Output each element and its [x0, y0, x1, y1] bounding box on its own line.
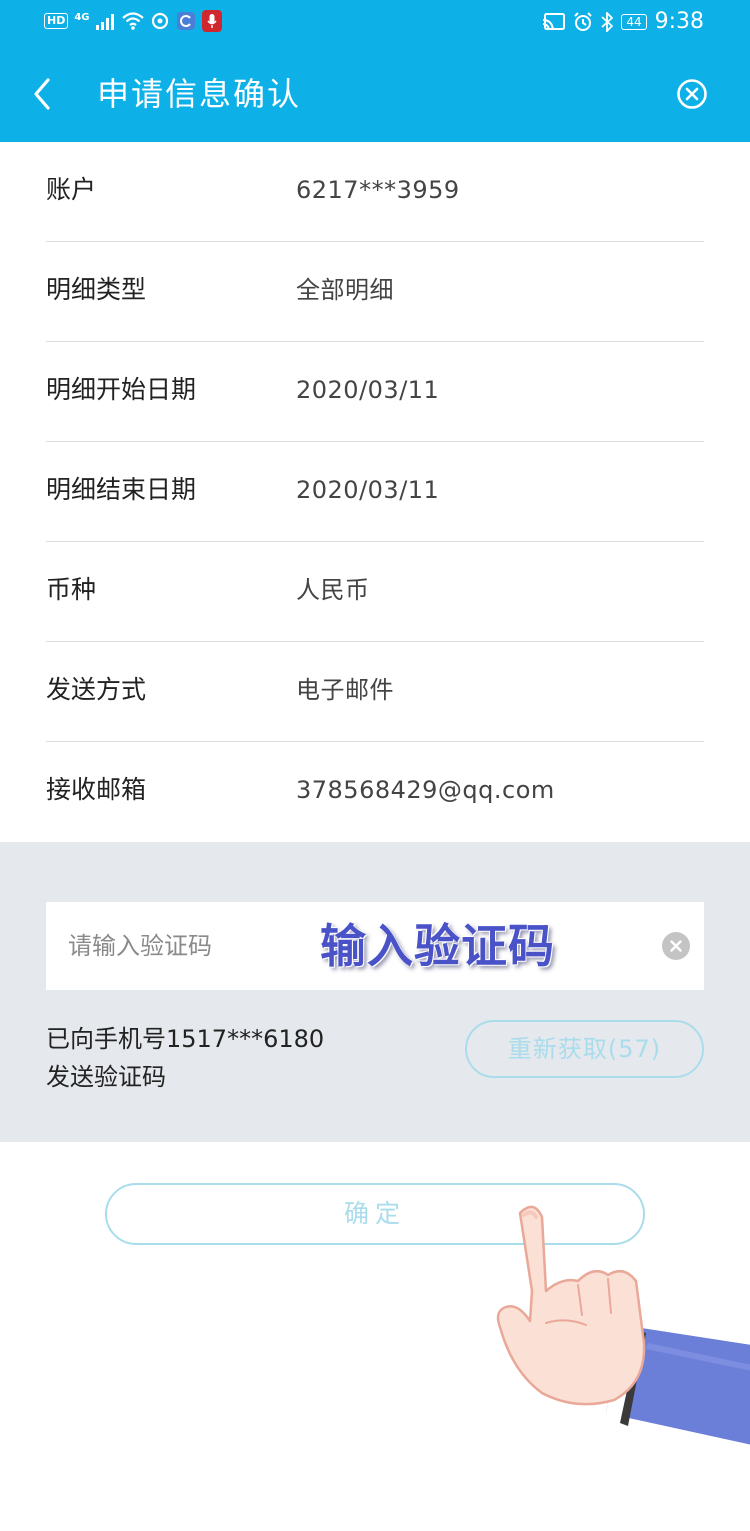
start-date-label: 明细开始日期 [46, 375, 197, 404]
wifi-icon [121, 12, 144, 30]
resend-code-button[interactable]: 重新获取(57) [465, 1020, 704, 1078]
start-date-value: 2020/03/11 [296, 376, 440, 404]
code-sent-notice: 已向手机号1517***6180 发送验证码 [46, 1020, 324, 1096]
detail-type-value: 全部明细 [296, 276, 394, 304]
info-row-detail-type: 明细类型 全部明细 [46, 242, 704, 342]
code-sent-line-1: 已向手机号1517***6180 [46, 1025, 325, 1053]
hd-badge: HD [44, 13, 69, 29]
currency-value: 人民币 [296, 576, 370, 604]
close-button[interactable] [676, 78, 708, 110]
pointing-hand-icon [496, 1205, 750, 1445]
status-bar-left: HD 4G [44, 10, 222, 32]
page-title: 申请信息确认 [97, 75, 302, 113]
signal-icon [95, 14, 114, 30]
email-label: 接收邮箱 [46, 775, 147, 804]
status-bar: HD 4G 44 9:38 [0, 0, 750, 46]
close-circle-icon [677, 79, 707, 109]
cast-icon [543, 13, 566, 31]
application-info-list: 账户 6217***3959 明细类型 全部明细 明细开始日期 2020/03/… [0, 142, 750, 842]
info-row-end-date: 明细结束日期 2020/03/11 [46, 442, 704, 542]
info-row-email: 接收邮箱 378568429@qq.com [46, 742, 704, 842]
info-row-delivery-method: 发送方式 电子邮件 [46, 642, 704, 742]
info-row-currency: 币种 人民币 [46, 542, 704, 642]
chevron-left-icon [34, 78, 50, 110]
info-row-account: 账户 6217***3959 [46, 142, 704, 242]
verification-code-input[interactable] [68, 924, 608, 968]
verification-code-box: 输入验证码 [46, 902, 704, 990]
back-button[interactable] [28, 72, 58, 116]
account-label: 账户 [46, 175, 97, 204]
mic-icon [201, 10, 222, 32]
alarm-icon [574, 12, 593, 31]
network-type: 4G [74, 11, 90, 23]
code-sent-line-2: 发送验证码 [46, 1063, 166, 1091]
detail-type-label: 明细类型 [46, 275, 147, 304]
loading-icon [176, 12, 195, 30]
info-row-start-date: 明细开始日期 2020/03/11 [46, 342, 704, 442]
delivery-method-value: 电子邮件 [296, 676, 394, 704]
clear-input-button[interactable] [662, 932, 690, 960]
clear-icon [670, 940, 682, 952]
account-value: 6217***3959 [296, 176, 460, 204]
battery-icon: 44 [621, 14, 647, 30]
end-date-value: 2020/03/11 [296, 476, 440, 504]
currency-label: 币种 [46, 575, 97, 604]
end-date-label: 明细结束日期 [46, 475, 197, 504]
delivery-method-label: 发送方式 [46, 675, 147, 704]
sync-icon [151, 12, 168, 30]
verification-panel: 输入验证码 已向手机号1517***6180 发送验证码 重新获取(57) [0, 842, 750, 1142]
email-value: 378568429@qq.com [296, 776, 555, 804]
bluetooth-icon [601, 12, 614, 32]
header-bar: 申请信息确认 [0, 46, 750, 142]
status-bar-right: 44 9:38 [543, 10, 704, 34]
clock-time: 9:38 [654, 9, 704, 34]
